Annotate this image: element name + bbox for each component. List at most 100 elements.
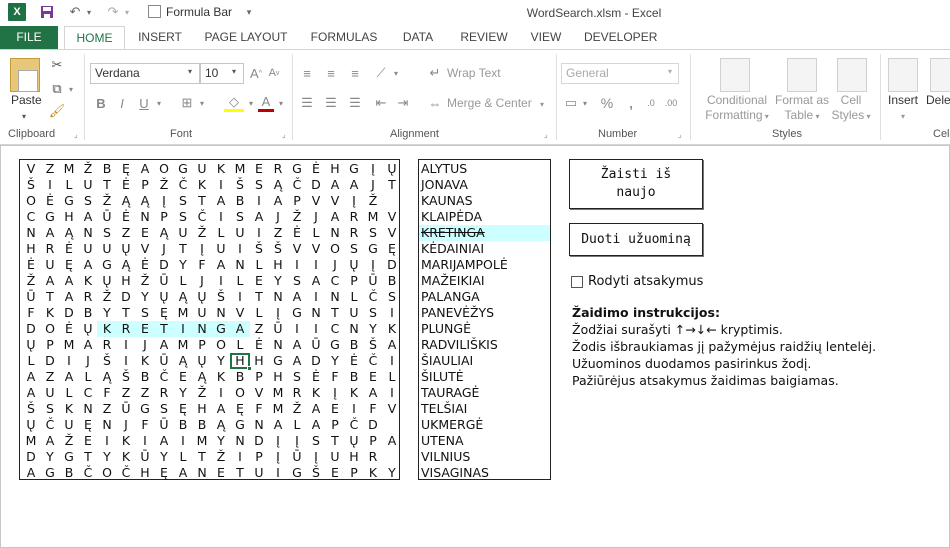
grid-cell[interactable]: Ž [211, 449, 231, 465]
grid-cell[interactable]: T [230, 465, 250, 481]
grid-cell[interactable]: C [21, 209, 41, 225]
grid-cell[interactable]: Ų [192, 353, 212, 369]
grid-cell[interactable]: V [306, 193, 326, 209]
tab-formulas[interactable]: FORMULAS [310, 26, 378, 49]
grid-cell[interactable]: Ų [192, 289, 212, 305]
grid-cell[interactable]: G [268, 353, 288, 369]
grid-cell[interactable]: I [97, 433, 117, 449]
grid-cell[interactable]: Š [97, 353, 117, 369]
grid-cell[interactable]: S [154, 401, 174, 417]
grid-cell[interactable]: S [97, 225, 117, 241]
orientation-dropdown-icon[interactable]: ▾ [391, 64, 401, 82]
grid-cell[interactable]: Į [344, 193, 364, 209]
grid-cell[interactable]: F [135, 417, 155, 433]
conditional-formatting-icon[interactable] [720, 58, 750, 92]
grid-cell[interactable]: N [325, 225, 345, 241]
grid-cell[interactable]: Ž [135, 273, 155, 289]
increase-font-size-icon[interactable]: A ^ [248, 64, 264, 82]
grid-cell[interactable]: Ę [154, 305, 174, 321]
word-list-item[interactable]: KAUNAS [419, 193, 550, 209]
wrap-text-icon[interactable]: ↵ [426, 64, 444, 82]
word-list-item[interactable]: RADVILIŠKIS [419, 337, 550, 353]
grid-cell[interactable]: L [344, 289, 364, 305]
grid-cell[interactable]: U [78, 177, 98, 193]
grid-cell[interactable]: C [325, 321, 345, 337]
grid-cell[interactable]: I [306, 257, 326, 273]
bold-icon[interactable]: B [93, 94, 109, 112]
grid-cell[interactable]: E [135, 321, 155, 337]
tab-insert[interactable]: INSERT [138, 26, 182, 49]
word-list-item[interactable]: PLUNGĖ [419, 321, 550, 337]
grid-cell[interactable]: I [382, 305, 402, 321]
grid-cell[interactable]: Y [173, 385, 193, 401]
grid-cell[interactable]: Ū [268, 321, 288, 337]
align-right-icon[interactable]: ☰ [346, 94, 364, 112]
grid-cell[interactable]: I [344, 401, 364, 417]
grid-cell[interactable]: Z [249, 321, 269, 337]
grid-cell[interactable]: Z [268, 225, 288, 241]
grid-cell[interactable]: D [21, 321, 41, 337]
word-list-item[interactable]: KLAIPĖDA [419, 209, 550, 225]
grid-cell[interactable]: S [230, 209, 250, 225]
grid-cell[interactable]: I [230, 289, 250, 305]
font-name-select[interactable]: Verdana [90, 63, 200, 84]
grid-cell[interactable]: F [325, 369, 345, 385]
grid-cell[interactable]: D [21, 449, 41, 465]
word-list-item[interactable]: VISAGINAS [419, 465, 550, 481]
grid-cell[interactable]: O [325, 241, 345, 257]
grid-cell[interactable]: K [192, 177, 212, 193]
grid-cell[interactable]: Y [154, 449, 174, 465]
grid-cell[interactable]: B [230, 193, 250, 209]
grid-cell[interactable]: Č [40, 417, 60, 433]
grid-cell[interactable]: Į [268, 305, 288, 321]
grid-cell[interactable]: A [325, 177, 345, 193]
grid-cell[interactable]: K [382, 321, 402, 337]
grid-cell[interactable]: L [249, 257, 269, 273]
grid-cell[interactable]: A [306, 401, 326, 417]
grid-cell[interactable]: S [344, 241, 364, 257]
grid-cell[interactable]: L [21, 353, 41, 369]
grid-cell[interactable]: R [116, 321, 136, 337]
grid-cell[interactable]: A [382, 337, 402, 353]
grid-cell[interactable]: Ž [21, 273, 41, 289]
word-list-item[interactable]: MARIJAMPOLĖ [419, 257, 550, 273]
grid-cell[interactable]: T [192, 193, 212, 209]
grid-cell[interactable]: I [306, 321, 326, 337]
grid-cell[interactable]: Ė [21, 257, 41, 273]
grid-cell[interactable]: T [249, 289, 269, 305]
grid-cell[interactable]: S [135, 305, 155, 321]
grid-cell[interactable]: V [249, 385, 269, 401]
grid-cell[interactable]: I [249, 225, 269, 241]
grid-cell[interactable]: M [59, 337, 79, 353]
grid-cell[interactable]: H [325, 161, 345, 177]
grid-cell[interactable]: A [154, 433, 174, 449]
grid-cell[interactable]: Ū [306, 337, 326, 353]
grid-cell[interactable]: C [78, 385, 98, 401]
grid-cell[interactable]: U [249, 465, 269, 481]
grid-cell[interactable]: P [325, 417, 345, 433]
worksheet-area[interactable]: VZMŽBĘAOGUKMERGĖHGĮŲŠILUTĖPŽČKIŠSĄČDAAJT… [0, 145, 950, 548]
grid-cell[interactable]: Ū [116, 401, 136, 417]
grid-cell[interactable]: Š [249, 241, 269, 257]
grid-cell[interactable]: Ė [59, 321, 79, 337]
font-name-dropdown-icon[interactable]: ▾ [188, 67, 192, 76]
grid-cell[interactable]: O [97, 465, 117, 481]
grid-cell[interactable]: Š [306, 465, 326, 481]
grid-cell[interactable]: H [21, 241, 41, 257]
grid-cell[interactable]: P [249, 449, 269, 465]
middle-align-icon[interactable]: ≡ [322, 64, 340, 82]
grid-cell[interactable]: I [249, 193, 269, 209]
grid-cell[interactable]: N [21, 225, 41, 241]
grid-cell[interactable]: P [344, 273, 364, 289]
top-align-icon[interactable]: ≡ [298, 64, 316, 82]
grid-cell[interactable]: D [306, 177, 326, 193]
grid-cell[interactable]: D [116, 289, 136, 305]
grid-cell[interactable]: Ą [192, 369, 212, 385]
grid-cell[interactable]: Į [306, 449, 326, 465]
copy-icon[interactable]: ⧉ [48, 80, 66, 98]
cell-styles-icon[interactable] [837, 58, 867, 92]
grid-cell[interactable]: Ė [249, 337, 269, 353]
decrease-decimal-icon[interactable]: .00 [662, 94, 680, 112]
grid-cell[interactable]: Ų [382, 161, 402, 177]
grid-cell[interactable]: L [59, 385, 79, 401]
